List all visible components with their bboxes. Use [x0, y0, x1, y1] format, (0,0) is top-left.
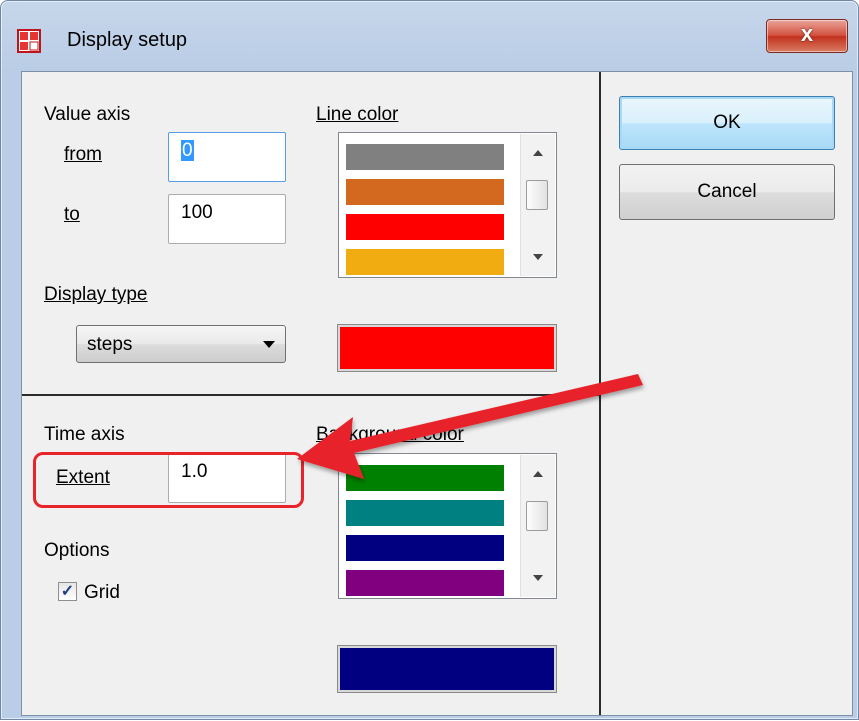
close-button[interactable]: x — [766, 19, 848, 53]
background-color-list[interactable] — [338, 453, 557, 599]
background-color-item[interactable] — [346, 500, 504, 526]
title-bar[interactable]: Display setup x — [1, 1, 858, 71]
grid-checkbox[interactable]: ✓ — [58, 582, 77, 601]
line-color-heading: Line color — [316, 104, 399, 125]
ok-button[interactable]: OK — [619, 96, 835, 150]
cancel-button[interactable]: Cancel — [619, 164, 835, 220]
line-color-item[interactable] — [346, 214, 504, 240]
dialog-window: Display setup x Value axis from 0 to 100… — [0, 0, 859, 720]
line-color-item[interactable] — [346, 249, 504, 275]
background-color-scrollbar[interactable] — [520, 455, 555, 597]
display-type-value: steps — [87, 334, 133, 355]
value-axis-heading: Value axis — [44, 104, 131, 125]
to-input[interactable]: 100 — [168, 194, 286, 244]
scroll-down-icon[interactable] — [533, 254, 543, 260]
line-color-item[interactable] — [346, 179, 504, 205]
background-color-item[interactable] — [346, 465, 504, 491]
display-type-heading: Display type — [44, 284, 148, 305]
extent-highlight-box — [33, 452, 304, 508]
app-grid-icon — [17, 29, 41, 53]
line-color-preview — [337, 324, 557, 372]
from-input[interactable]: 0 — [168, 132, 286, 182]
chevron-down-icon — [263, 341, 275, 348]
background-color-item[interactable] — [346, 570, 504, 596]
checkmark-icon: ✓ — [60, 583, 75, 600]
scroll-down-icon[interactable] — [533, 575, 543, 581]
time-axis-heading: Time axis — [44, 424, 125, 445]
line-color-item[interactable] — [346, 144, 504, 170]
from-value: 0 — [181, 140, 194, 161]
horizontal-divider — [22, 394, 599, 396]
line-color-list[interactable] — [338, 132, 557, 278]
close-icon: x — [800, 21, 814, 46]
background-color-preview — [337, 645, 557, 693]
scroll-up-icon[interactable] — [533, 471, 543, 477]
scroll-thumb[interactable] — [526, 180, 548, 210]
scroll-thumb[interactable] — [526, 501, 548, 531]
options-heading: Options — [44, 540, 110, 561]
vertical-divider — [599, 72, 601, 715]
background-color-heading: Background color — [316, 424, 464, 445]
background-color-item[interactable] — [346, 535, 504, 561]
grid-label[interactable]: Grid — [84, 582, 120, 604]
from-label: from — [64, 144, 102, 165]
line-color-scrollbar[interactable] — [520, 134, 555, 276]
dialog-client-area: Value axis from 0 to 100 Display type st… — [21, 71, 853, 716]
display-type-select[interactable]: steps — [76, 325, 286, 363]
window-title: Display setup — [67, 29, 188, 51]
to-label: to — [64, 204, 80, 225]
scroll-up-icon[interactable] — [533, 150, 543, 156]
